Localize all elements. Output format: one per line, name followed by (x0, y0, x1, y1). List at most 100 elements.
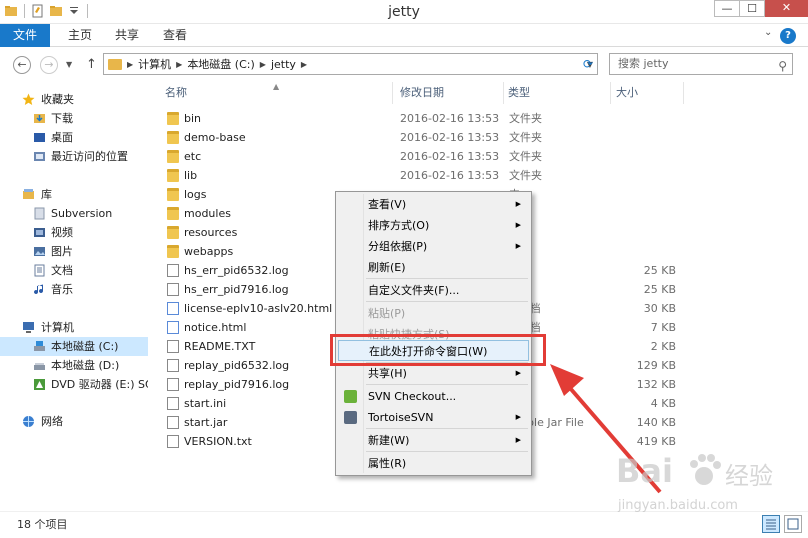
file-row[interactable]: etc 2016-02-16 13:53 文件夹 (163, 147, 683, 166)
menu-item[interactable]: SVN Checkout... (338, 386, 529, 407)
sidebar-label: 下载 (51, 112, 73, 125)
watermark-brand-2: 经验 (725, 462, 773, 490)
sidebar-item-recent[interactable]: 最近访问的位置 (0, 147, 148, 166)
breadcrumb-computer[interactable]: 计算机 (138, 56, 171, 72)
menu-item-label: 查看(V) (368, 198, 407, 211)
menu-item-label: SVN Checkout... (368, 390, 457, 403)
file-size: 7 KB (650, 321, 676, 334)
folder-icon (167, 245, 179, 258)
sidebar-item-pictures[interactable]: 图片 (0, 242, 148, 261)
file-name: README.TXT (184, 340, 256, 353)
menu-item[interactable]: TortoiseSVN ▶ (338, 407, 529, 428)
sidebar-item-subversion[interactable]: Subversion (0, 204, 148, 223)
file-size: 30 KB (643, 302, 676, 315)
file-icon (167, 435, 179, 448)
recent-locations-icon[interactable]: ▼ (66, 60, 72, 69)
column-header-size[interactable]: 大小 (612, 82, 684, 104)
sidebar-item-drive-d[interactable]: 本地磁盘 (D:) (0, 356, 148, 375)
baidu-watermark-logo: Bai 经验 jingyan.baidu.com (610, 440, 800, 520)
column-header-date[interactable]: 修改日期 (396, 82, 504, 104)
menu-item[interactable]: 属性(R) (338, 453, 529, 474)
sidebar-label: 桌面 (51, 131, 73, 144)
menu-item[interactable]: 新建(W) ▶ (338, 430, 529, 451)
menu-separator (366, 428, 528, 429)
search-icon[interactable]: ⚲ (778, 56, 787, 76)
file-name: etc (184, 150, 202, 163)
file-name: bin (184, 112, 202, 125)
file-icon (167, 283, 179, 296)
menu-item[interactable]: 刷新(E) (338, 257, 529, 278)
sidebar-item-downloads[interactable]: 下载 (0, 109, 148, 128)
menu-item[interactable]: 分组依据(P) ▶ (338, 236, 529, 257)
file-row[interactable]: demo-base 2016-02-16 13:53 文件夹 (163, 128, 683, 147)
sidebar-network[interactable]: 网络 (0, 412, 148, 431)
chevron-right-icon[interactable]: ▶ (176, 60, 182, 69)
tab-file[interactable]: 文件 (0, 24, 50, 47)
sidebar-label: 网络 (41, 415, 63, 428)
menu-item[interactable]: 自定义文件夹(F)... (338, 280, 529, 301)
file-icon (167, 397, 179, 410)
file-name: resources (184, 226, 238, 239)
folder-icon (167, 131, 179, 144)
folder-icon (108, 58, 122, 70)
menu-item[interactable]: 共享(H) ▶ (338, 363, 529, 384)
sidebar-item-music[interactable]: 音乐 (0, 280, 148, 299)
menu-item[interactable]: 排序方式(O) ▶ (338, 215, 529, 236)
menu-item-label: 刷新(E) (368, 261, 406, 274)
sidebar-item-desktop[interactable]: 桌面 (0, 128, 148, 147)
file-name: hs_err_pid6532.log (184, 264, 289, 277)
tab-share[interactable]: 共享 (112, 24, 142, 47)
sidebar-label: 库 (41, 188, 52, 201)
video-icon (34, 228, 45, 237)
sidebar-item-dvd-drive[interactable]: DVD 驱动器 (E:) SQ (0, 375, 148, 394)
menu-separator (366, 384, 528, 385)
watermark-url: jingyan.baidu.com (618, 498, 738, 513)
close-button[interactable]: ✕ (765, 0, 808, 17)
address-bar[interactable]: ▶ 计算机 ▶ 本地磁盘 (C:) ▶ jetty ▶ ▼ (103, 53, 598, 75)
tab-home[interactable]: 主页 (62, 24, 98, 47)
chevron-right-icon[interactable]: ▶ (127, 60, 133, 69)
breadcrumb-jetty[interactable]: jetty (271, 58, 296, 71)
folder-icon (167, 226, 179, 239)
dvd-drive-icon (34, 379, 45, 390)
up-button[interactable]: ↑ (86, 57, 97, 72)
menu-item[interactable]: 查看(V) ▶ (338, 194, 529, 215)
help-icon[interactable]: ? (780, 28, 796, 44)
sidebar-label: 收藏夹 (41, 93, 74, 106)
window-title: jetty (388, 4, 420, 20)
column-header-type[interactable]: 类型 (504, 82, 611, 104)
file-row[interactable]: lib 2016-02-16 13:53 文件夹 (163, 166, 683, 185)
chevron-right-icon[interactable]: ▶ (301, 60, 307, 69)
expand-ribbon-icon[interactable]: ⌄ (764, 27, 772, 38)
file-row[interactable]: bin 2016-02-16 13:53 文件夹 (163, 109, 683, 128)
sidebar-item-videos[interactable]: 视频 (0, 223, 148, 242)
star-icon (22, 93, 35, 105)
tortoisesvn-icon (344, 411, 357, 424)
sidebar-libraries[interactable]: 库 (0, 185, 148, 204)
back-button[interactable]: ← (13, 56, 31, 74)
sort-ascending-icon: ▲ (273, 82, 280, 91)
music-icon (34, 284, 44, 295)
sidebar-favorites[interactable]: 收藏夹 (0, 90, 148, 109)
html-file-icon (167, 321, 179, 334)
submenu-arrow-icon: ▶ (515, 436, 521, 444)
chevron-right-icon[interactable]: ▶ (260, 60, 266, 69)
sidebar-item-documents[interactable]: 文档 (0, 261, 148, 280)
item-count: 18 个项目 (17, 518, 68, 531)
refresh-icon[interactable]: ⟳ (583, 57, 593, 71)
sidebar-label: 最近访问的位置 (51, 150, 128, 163)
file-name: notice.html (184, 321, 247, 334)
search-input[interactable]: 搜索 jetty ⚲ (609, 53, 793, 75)
forward-button[interactable]: → (40, 56, 58, 74)
menu-item[interactable]: 粘贴(P) (338, 303, 529, 324)
sidebar-item-drive-c[interactable]: 本地磁盘 (C:) (0, 337, 148, 356)
file-type: 文件夹 (509, 169, 542, 182)
tab-view[interactable]: 查看 (158, 24, 192, 47)
minimize-button[interactable]: — (714, 0, 740, 17)
drive-icon (34, 363, 45, 370)
maximize-button[interactable]: ☐ (739, 0, 765, 17)
sidebar-computer[interactable]: 计算机 (0, 318, 148, 337)
menu-item-label: 分组依据(P) (368, 240, 428, 253)
menu-item-label: 自定义文件夹(F)... (368, 284, 460, 297)
breadcrumb-drive-c[interactable]: 本地磁盘 (C:) (187, 56, 254, 72)
